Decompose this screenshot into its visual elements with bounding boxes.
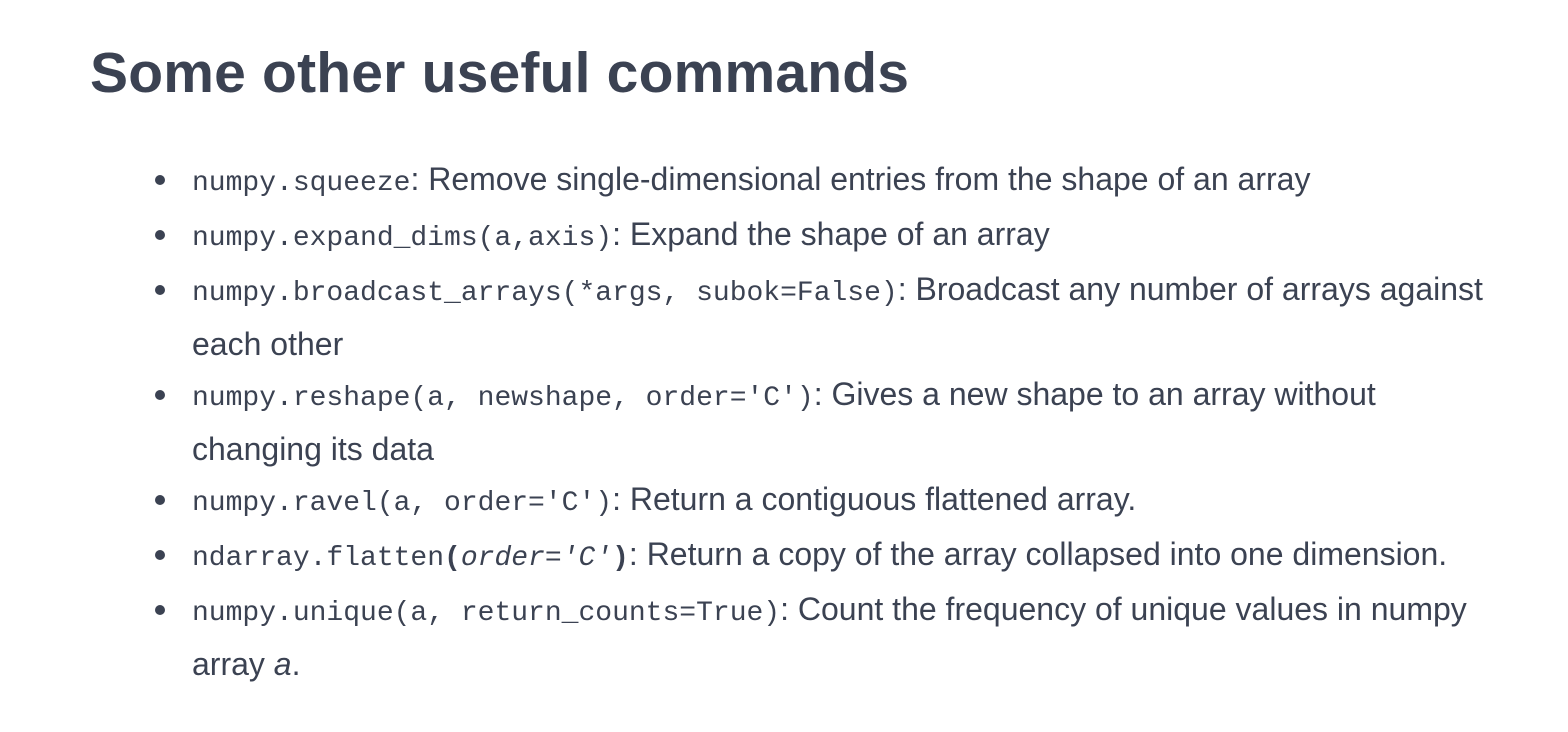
page-title: Some other useful commands [90,41,910,105]
close-paren: ) [612,543,629,574]
command-code: numpy.broadcast_arrays(*args, subok=Fals… [192,278,898,309]
description-end: . [291,646,301,682]
list-item: numpy.squeeze: Remove single-dimensional… [155,154,1492,209]
command-code: ndarray.flatten [192,543,445,574]
command-description: : Return a contiguous flattened array. [612,481,1137,517]
command-code: numpy.reshape(a, newshape, order='C') [192,383,814,414]
list-item: numpy.reshape(a, newshape, order='C'): G… [155,369,1492,474]
variable-name: a [273,646,292,682]
command-args: order='C' [460,543,613,574]
list-item: numpy.broadcast_arrays(*args, subok=Fals… [155,264,1492,369]
command-code: numpy.ravel(a, order='C') [192,488,613,519]
open-paren: ( [444,543,461,574]
list-item: numpy.expand_dims(a,axis): Expand the sh… [155,209,1492,264]
list-item: numpy.ravel(a, order='C'): Return a cont… [155,474,1492,529]
command-description: : Expand the shape of an array [612,216,1050,252]
commands-list: numpy.squeeze: Remove single-dimensional… [155,154,1492,689]
list-item: numpy.unique(a, return_counts=True): Cou… [155,584,1492,689]
list-item: ndarray.flatten(order='C'): Return a cop… [155,529,1492,584]
command-code: numpy.unique(a, return_counts=True) [192,598,781,629]
command-description: : Return a copy of the array collapsed i… [628,536,1448,572]
command-description: : Remove single-dimensional entries from… [410,161,1311,197]
command-code: numpy.expand_dims(a,axis) [192,223,613,254]
command-code: numpy.squeeze [192,168,411,199]
